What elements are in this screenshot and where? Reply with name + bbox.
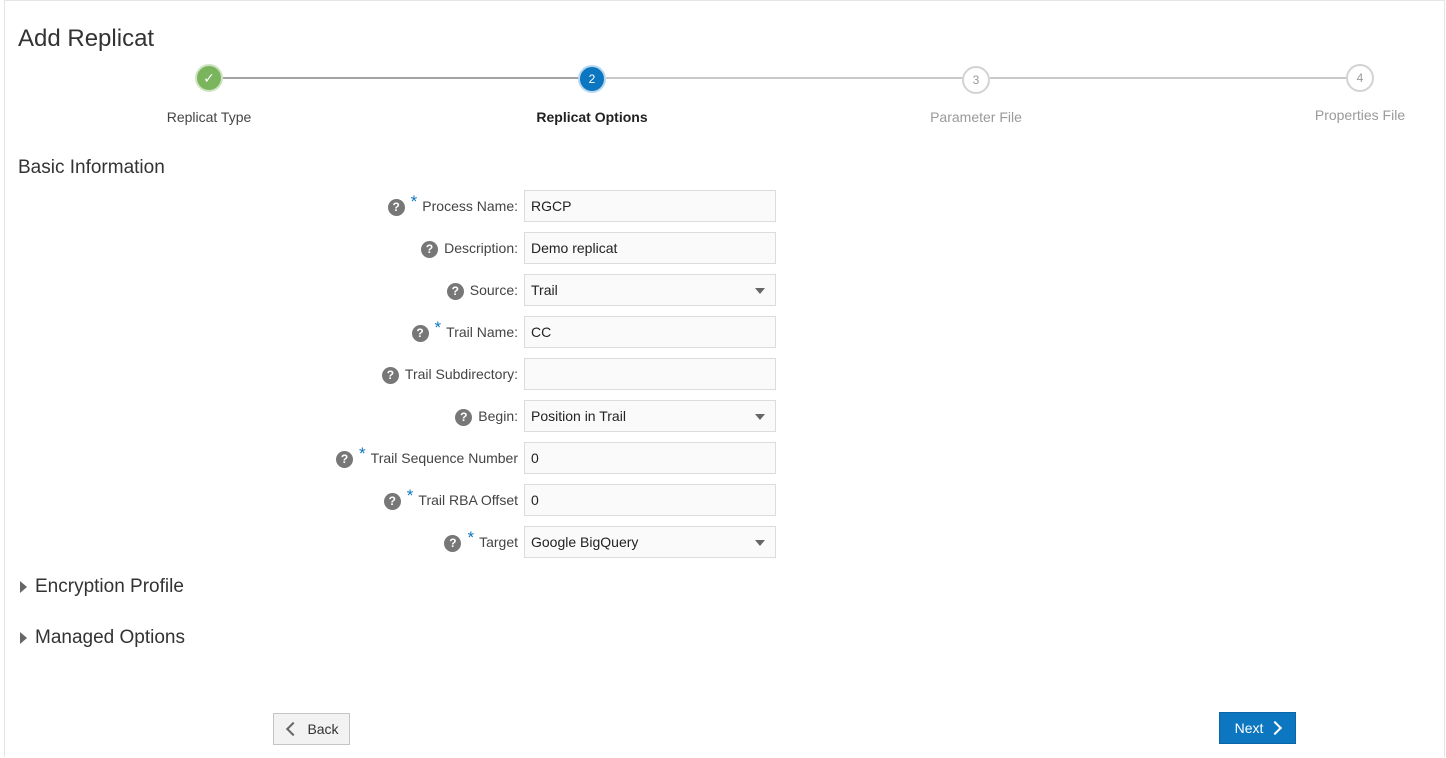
help-circle-icon[interactable]: ?: [383, 492, 401, 510]
trail-sequence-number-row: ? * Trail Sequence Number: [0, 442, 780, 474]
trail-rba-offset-input[interactable]: [524, 484, 776, 516]
encryption-profile-toggle[interactable]: Encryption Profile: [20, 576, 184, 598]
step-4-circle[interactable]: 4: [1346, 64, 1374, 92]
target-select-value: Google BigQuery: [531, 534, 639, 550]
caret-down-icon: [755, 288, 765, 294]
encryption-profile-heading: Encryption Profile: [35, 576, 184, 597]
target-label: Target: [479, 534, 518, 550]
step-1-circle[interactable]: ✓: [195, 64, 223, 92]
step-4-label[interactable]: Properties File: [1260, 107, 1446, 123]
process-name-row: ? * Process Name:: [0, 190, 780, 222]
source-select-value: Trail: [531, 282, 558, 298]
step-2-label[interactable]: Replicat Options: [492, 109, 692, 125]
checkmark-icon: ✓: [203, 69, 215, 86]
source-row: ? Source: Trail: [0, 274, 780, 306]
step-3-circle[interactable]: 3: [962, 66, 990, 94]
required-asterisk: *: [406, 486, 414, 505]
description-label-group: ? Description:: [421, 232, 518, 264]
help-circle-icon[interactable]: ?: [421, 240, 439, 258]
trail-rba-offset-label: Trail RBA Offset: [418, 492, 518, 508]
begin-select-value: Position in Trail: [531, 408, 626, 424]
trail-name-input[interactable]: [524, 316, 776, 348]
step-2-circle[interactable]: 2: [578, 65, 606, 93]
trail-sequence-number-label-group: ? * Trail Sequence Number: [336, 442, 518, 474]
train-connector-2: [606, 77, 963, 79]
begin-label: Begin:: [478, 408, 518, 424]
trail-name-label-group: ? * Trail Name:: [411, 316, 518, 348]
source-select[interactable]: Trail: [524, 274, 776, 306]
begin-select[interactable]: Position in Trail: [524, 400, 776, 432]
trail-subdirectory-label: Trail Subdirectory:: [404, 366, 518, 382]
process-name-label-group: ? * Process Name:: [387, 190, 518, 222]
begin-row: ? Begin: Position in Trail: [0, 400, 780, 432]
begin-label-group: ? Begin:: [455, 400, 518, 432]
train-connector-3: [990, 77, 1346, 79]
description-label: Description:: [444, 240, 518, 256]
basic-information-heading: Basic Information: [18, 157, 165, 178]
target-select[interactable]: Google BigQuery: [524, 526, 776, 558]
trail-sequence-number-input[interactable]: [524, 442, 776, 474]
back-button[interactable]: Back: [273, 713, 350, 745]
process-name-label: Process Name:: [422, 198, 518, 214]
description-input[interactable]: [524, 232, 776, 264]
target-row: ? * Target Google BigQuery: [0, 526, 780, 558]
trail-rba-offset-row: ? * Trail RBA Offset: [0, 484, 780, 516]
next-button-label: Next: [1234, 720, 1264, 736]
back-button-label: Back: [307, 721, 339, 737]
help-circle-icon[interactable]: ?: [381, 366, 399, 384]
chevron-left-icon: [286, 721, 301, 737]
caret-down-icon: [755, 414, 765, 420]
trail-subdirectory-input[interactable]: [524, 358, 776, 390]
trail-sequence-number-label: Trail Sequence Number: [370, 450, 518, 466]
required-asterisk: *: [467, 528, 475, 547]
help-circle-icon[interactable]: ?: [336, 450, 354, 468]
triangle-right-icon: [20, 632, 27, 644]
target-label-group: ? * Target: [444, 526, 518, 558]
trail-name-row: ? * Trail Name:: [0, 316, 780, 348]
help-circle-icon[interactable]: ?: [446, 282, 464, 300]
caret-down-icon: [755, 540, 765, 546]
trail-name-label: Trail Name:: [446, 324, 518, 340]
step-3-label[interactable]: Parameter File: [876, 109, 1076, 125]
chevron-right-icon: [1268, 720, 1283, 736]
source-label-group: ? Source:: [446, 274, 518, 306]
train-connector-1: [223, 77, 580, 79]
required-asterisk: *: [410, 192, 418, 211]
description-row: ? Description:: [0, 232, 780, 264]
help-circle-icon[interactable]: ?: [455, 408, 473, 426]
page-title: Add Replicat: [18, 25, 155, 52]
trail-subdirectory-label-group: ? Trail Subdirectory:: [381, 358, 518, 390]
managed-options-heading: Managed Options: [35, 627, 185, 648]
help-circle-icon[interactable]: ?: [444, 534, 462, 552]
required-asterisk: *: [434, 318, 442, 337]
trail-rba-offset-label-group: ? * Trail RBA Offset: [383, 484, 518, 516]
help-circle-icon[interactable]: ?: [387, 198, 405, 216]
process-name-input[interactable]: [524, 190, 776, 222]
step-1-label[interactable]: Replicat Type: [109, 109, 309, 125]
source-label: Source:: [469, 282, 518, 298]
triangle-right-icon: [20, 581, 27, 593]
managed-options-toggle[interactable]: Managed Options: [20, 627, 185, 649]
next-button[interactable]: Next: [1219, 712, 1296, 744]
required-asterisk: *: [359, 444, 366, 463]
trail-subdirectory-row: ? Trail Subdirectory:: [0, 358, 780, 390]
help-circle-icon[interactable]: ?: [411, 324, 429, 342]
